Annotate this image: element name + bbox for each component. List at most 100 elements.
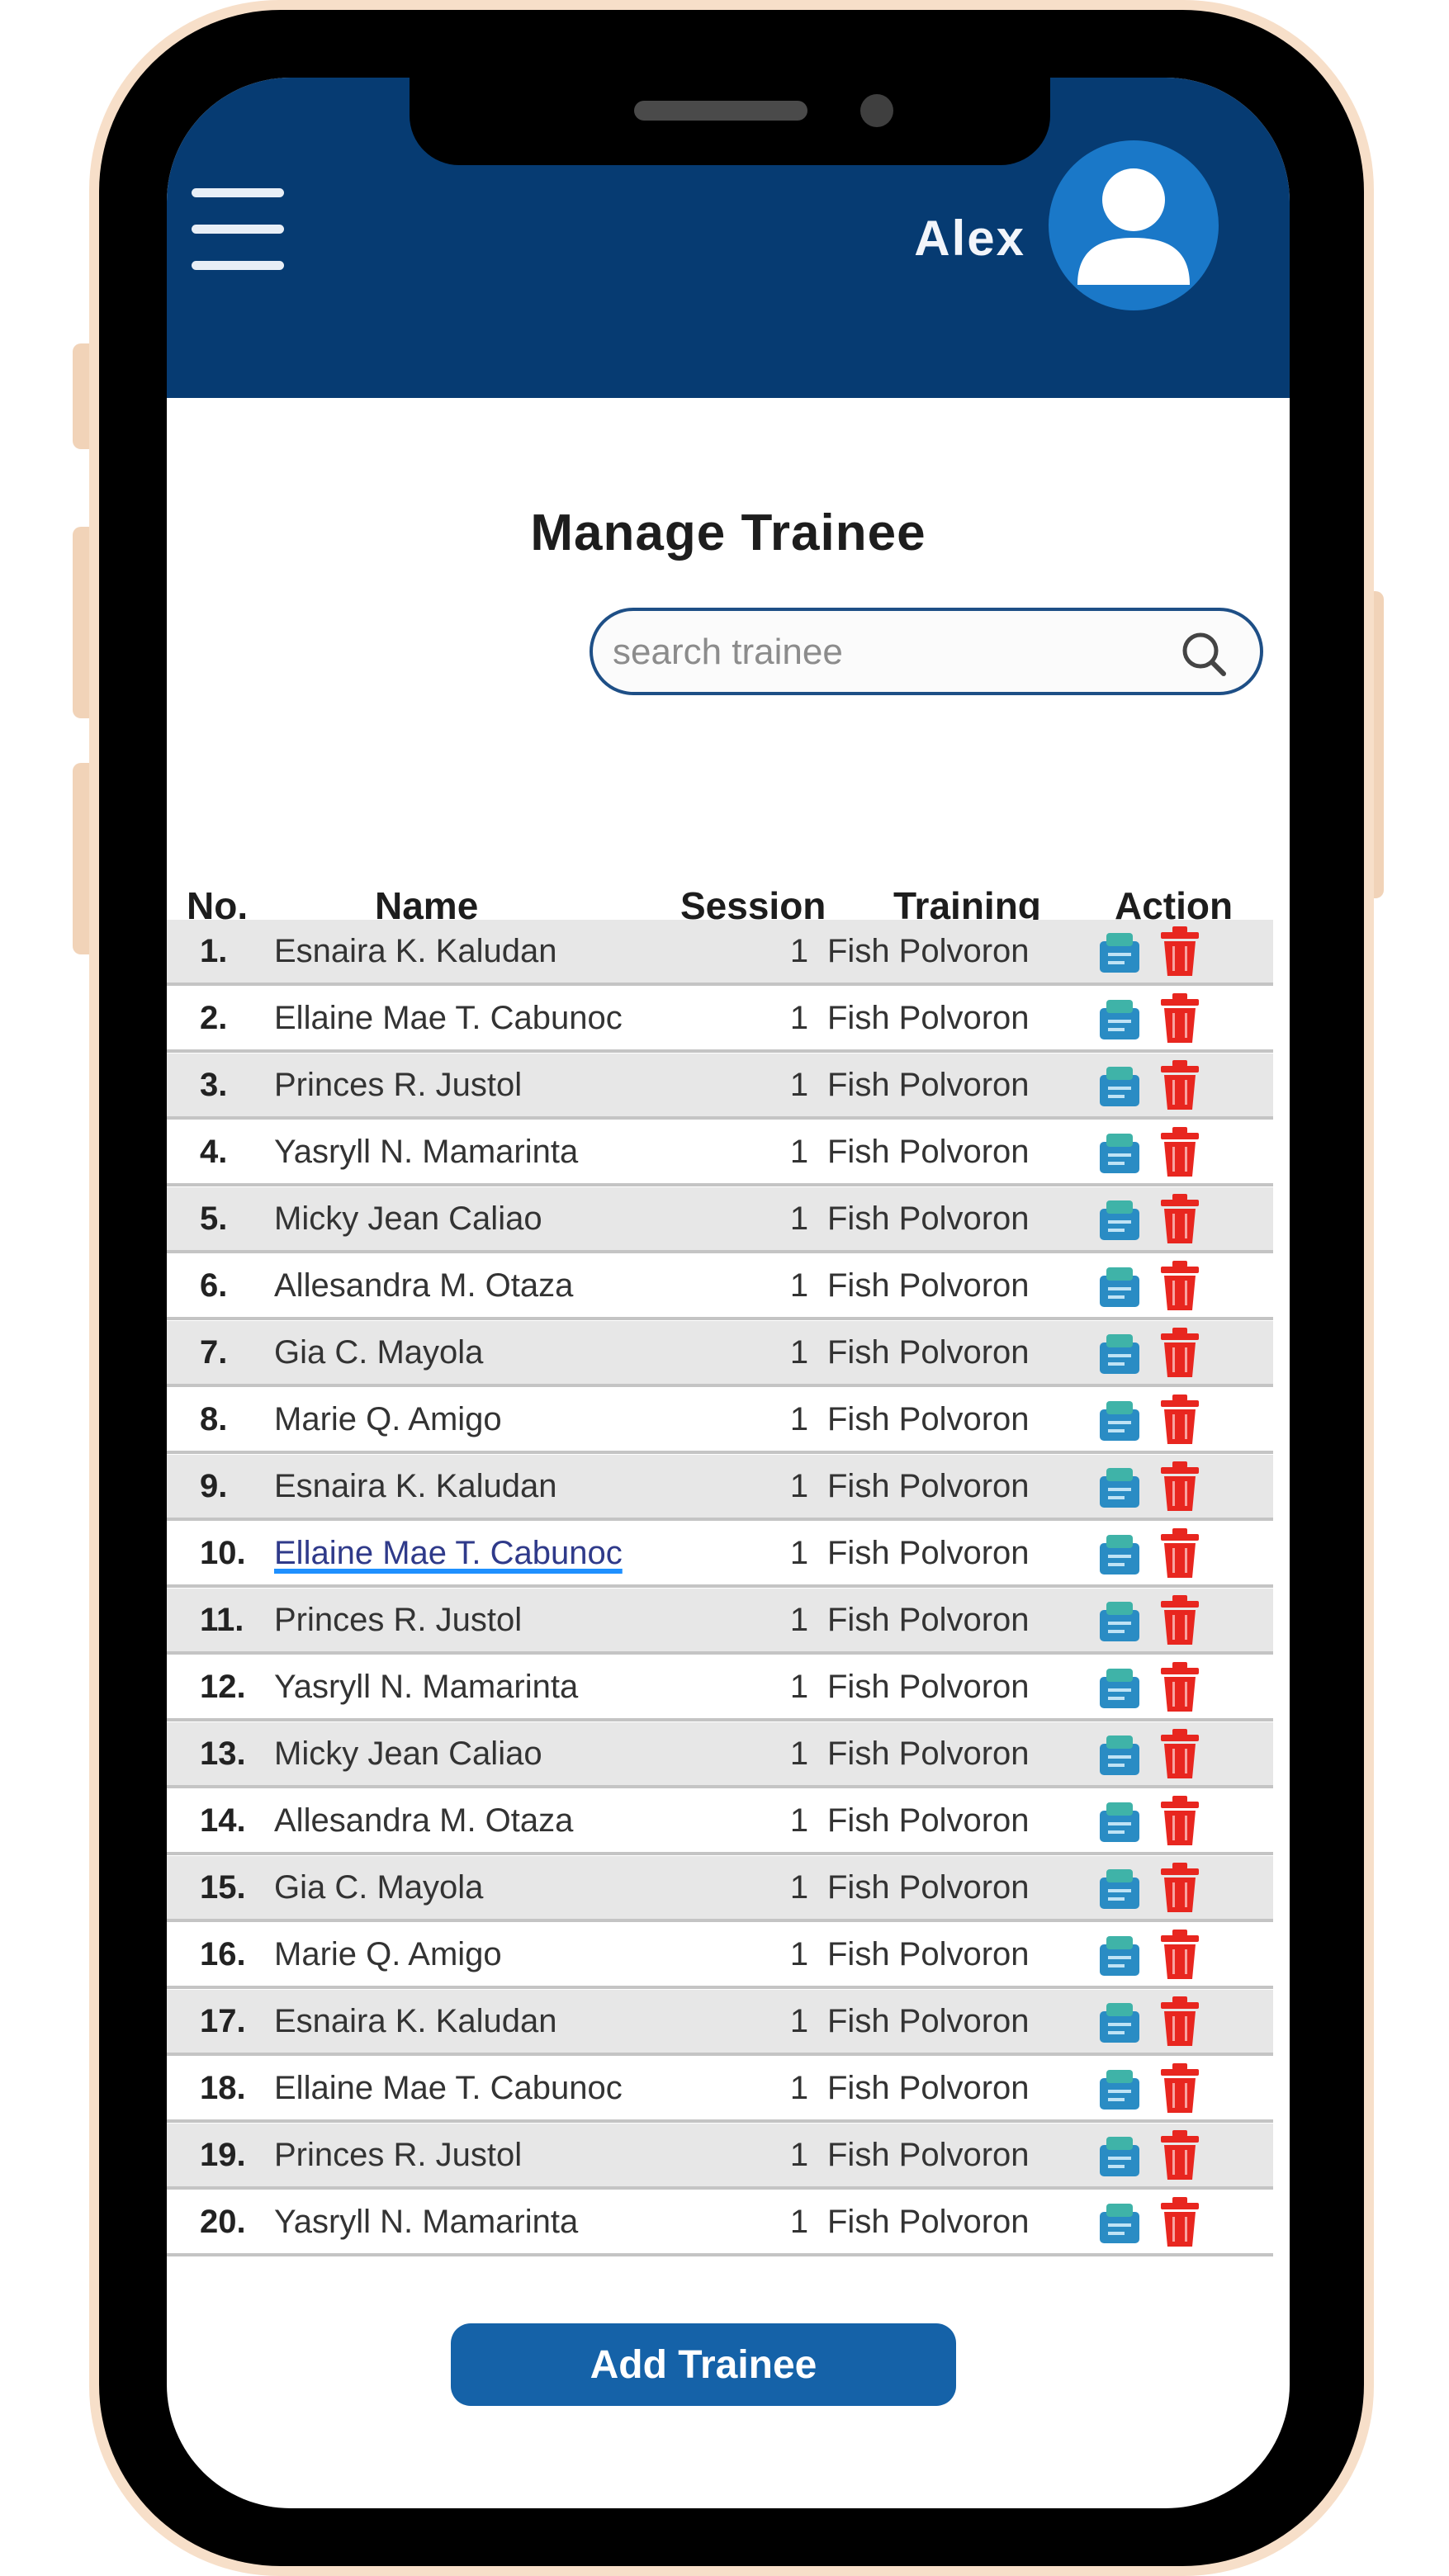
- table-row: 2. Ellaine Mae T. Cabunoc 1 Fish Polvoron: [167, 987, 1273, 1053]
- training-value: Fish Polvoron: [827, 1602, 1030, 1638]
- session-value: 1: [789, 1200, 809, 1237]
- edit-icon[interactable]: [1096, 1731, 1143, 1778]
- row-number: 10.: [200, 1535, 246, 1571]
- edit-icon[interactable]: [1096, 1262, 1143, 1310]
- session-value: 1: [789, 1602, 809, 1638]
- training-value: Fish Polvoron: [827, 1401, 1030, 1437]
- training-value: Fish Polvoron: [827, 2204, 1030, 2240]
- trash-icon[interactable]: [1158, 1125, 1202, 1178]
- session-value: 1: [789, 1334, 809, 1371]
- user-name: Alex: [914, 211, 1025, 266]
- trash-icon[interactable]: [1158, 1794, 1202, 1847]
- training-value: Fish Polvoron: [827, 1267, 1030, 1304]
- trash-icon[interactable]: [1158, 1928, 1202, 1981]
- phone-notch: [410, 78, 1050, 165]
- training-value: Fish Polvoron: [827, 1000, 1030, 1036]
- edit-icon[interactable]: [1096, 1129, 1143, 1177]
- search-icon[interactable]: [1176, 626, 1234, 684]
- training-value: Fish Polvoron: [827, 2003, 1030, 2039]
- user-avatar-icon[interactable]: [1049, 140, 1219, 310]
- edit-icon[interactable]: [1096, 1998, 1143, 2046]
- training-value: Fish Polvoron: [827, 1535, 1030, 1571]
- row-number: 11.: [200, 1602, 244, 1638]
- trainee-name: Princes R. Justol: [274, 1602, 523, 1638]
- edit-icon[interactable]: [1096, 2132, 1143, 2180]
- table-row: 20. Yasryll N. Mamarinta 1 Fish Polvoron: [167, 2190, 1273, 2256]
- trash-icon[interactable]: [1158, 1259, 1202, 1312]
- table-row: 7. Gia C. Mayola 1 Fish Polvoron: [167, 1321, 1273, 1387]
- session-value: 1: [789, 1000, 809, 1036]
- trash-icon[interactable]: [1158, 1058, 1202, 1111]
- trash-icon[interactable]: [1158, 1393, 1202, 1446]
- edit-icon[interactable]: [1096, 1931, 1143, 1979]
- training-value: Fish Polvoron: [827, 1802, 1030, 1839]
- edit-icon[interactable]: [1096, 928, 1143, 976]
- trash-icon[interactable]: [1158, 992, 1202, 1044]
- edit-icon[interactable]: [1096, 1196, 1143, 1243]
- edit-icon[interactable]: [1096, 1597, 1143, 1645]
- trash-icon[interactable]: [1158, 1727, 1202, 1780]
- trainee-name[interactable]: Ellaine Mae T. Cabunoc: [274, 1535, 736, 1572]
- row-number: 18.: [200, 2070, 246, 2106]
- trash-icon[interactable]: [1158, 1861, 1202, 1914]
- trainee-name: Ellaine Mae T. Cabunoc: [274, 1000, 623, 1036]
- table-row: 8. Marie Q. Amigo 1 Fish Polvoron: [167, 1388, 1273, 1454]
- table-row: 15. Gia C. Mayola 1 Fish Polvoron: [167, 1856, 1273, 1922]
- training-value: Fish Polvoron: [827, 1735, 1030, 1772]
- edit-icon[interactable]: [1096, 1396, 1143, 1444]
- search-input[interactable]: [611, 626, 1159, 679]
- table-row: 10. Ellaine Mae T. Cabunoc 1 Fish Polvoron: [167, 1522, 1273, 1588]
- row-number: 17.: [200, 2003, 246, 2039]
- edit-icon[interactable]: [1096, 1664, 1143, 1712]
- session-value: 1: [789, 1468, 809, 1504]
- trainee-name: Esnaira K. Kaludan: [274, 933, 557, 969]
- trash-icon[interactable]: [1158, 1660, 1202, 1713]
- edit-icon[interactable]: [1096, 995, 1143, 1043]
- trash-icon[interactable]: [1158, 2062, 1202, 2114]
- edit-icon[interactable]: [1096, 2065, 1143, 2113]
- trash-icon[interactable]: [1158, 2129, 1202, 2181]
- trash-icon[interactable]: [1158, 1995, 1202, 2048]
- session-value: 1: [789, 2137, 809, 2173]
- trash-icon[interactable]: [1158, 1593, 1202, 1646]
- session-value: 1: [789, 1267, 809, 1304]
- trash-icon[interactable]: [1158, 925, 1202, 978]
- trainee-name: Allesandra M. Otaza: [274, 1802, 574, 1839]
- trash-icon[interactable]: [1158, 1326, 1202, 1379]
- trash-icon[interactable]: [1158, 1527, 1202, 1579]
- trainee-name: Marie Q. Amigo: [274, 1401, 502, 1437]
- edit-icon[interactable]: [1096, 1062, 1143, 1110]
- edit-icon[interactable]: [1096, 1864, 1143, 1912]
- row-number: 5.: [200, 1200, 228, 1237]
- table-row: 1. Esnaira K. Kaludan 1 Fish Polvoron: [167, 920, 1273, 986]
- edit-icon[interactable]: [1096, 1797, 1143, 1845]
- session-value: 1: [789, 933, 809, 969]
- add-trainee-button[interactable]: Add Trainee: [451, 2323, 956, 2406]
- hamburger-menu-icon[interactable]: [192, 188, 284, 271]
- phone-speaker: [634, 101, 807, 121]
- row-number: 7.: [200, 1334, 228, 1371]
- edit-icon[interactable]: [1096, 2199, 1143, 2247]
- edit-icon[interactable]: [1096, 1463, 1143, 1511]
- trash-icon[interactable]: [1158, 1192, 1202, 1245]
- table-row: 4. Yasryll N. Mamarinta 1 Fish Polvoron: [167, 1120, 1273, 1186]
- trainee-name: Yasryll N. Mamarinta: [274, 1134, 579, 1170]
- row-number: 4.: [200, 1134, 228, 1170]
- session-value: 1: [789, 1401, 809, 1437]
- edit-icon[interactable]: [1096, 1530, 1143, 1578]
- trash-icon[interactable]: [1158, 1460, 1202, 1513]
- trash-icon[interactable]: [1158, 2195, 1202, 2248]
- table-row: 9. Esnaira K. Kaludan 1 Fish Polvoron: [167, 1455, 1273, 1521]
- row-number: 15.: [200, 1869, 246, 1906]
- table-row: 12. Yasryll N. Mamarinta 1 Fish Polvoron: [167, 1655, 1273, 1721]
- phone-mockup: Alex Manage Trainee No. Name Session: [0, 0, 1449, 2576]
- trainee-name: Ellaine Mae T. Cabunoc: [274, 2070, 623, 2106]
- page-title: Manage Trainee: [530, 504, 926, 561]
- row-number: 2.: [200, 1000, 228, 1036]
- session-value: 1: [789, 2204, 809, 2240]
- phone-camera: [860, 94, 893, 127]
- row-number: 9.: [200, 1468, 228, 1504]
- edit-icon[interactable]: [1096, 1329, 1143, 1377]
- row-number: 13.: [200, 1735, 246, 1772]
- table-row: 16. Marie Q. Amigo 1 Fish Polvoron: [167, 1923, 1273, 1989]
